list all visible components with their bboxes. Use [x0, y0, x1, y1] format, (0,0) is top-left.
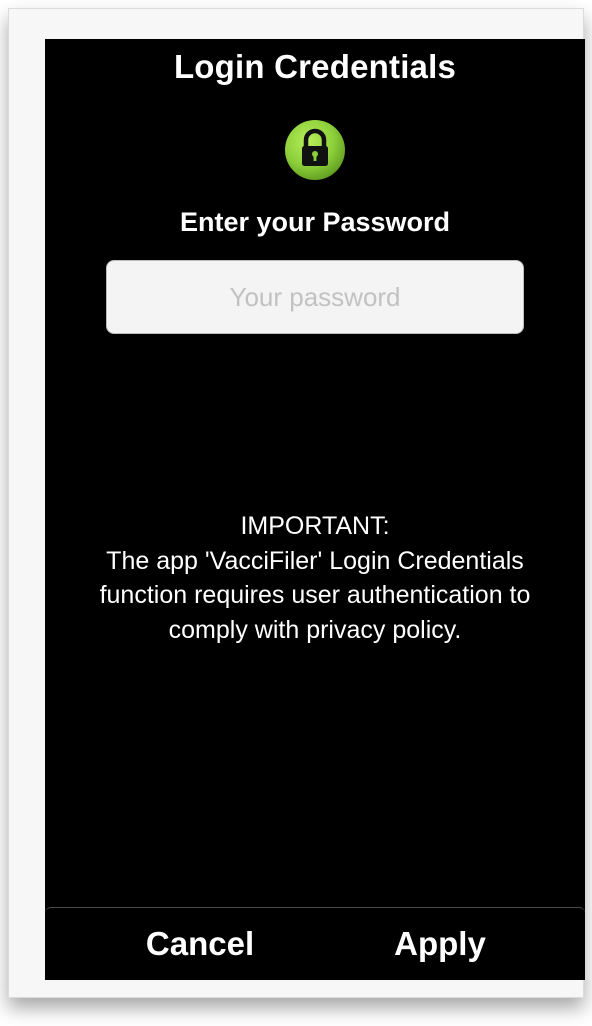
login-credentials-screen: Login Credentials Enter your Password IM…	[45, 39, 585, 980]
notice-line: comply with privacy policy.	[168, 615, 462, 644]
notice-line: IMPORTANT:	[240, 512, 390, 540]
notice-line: function requires user authentication to	[99, 581, 531, 609]
password-prompt: Enter your Password	[179, 207, 451, 237]
screenshot-frame: Login Credentials Enter your Password IM…	[8, 8, 585, 998]
notice-line: The app 'VacciFiler' Login Credentials	[106, 546, 524, 575]
privacy-notice: IMPORTANT: The app 'VacciFiler' Login Cr…	[45, 509, 585, 647]
apply-button[interactable]: Apply	[355, 918, 525, 970]
password-field[interactable]	[106, 260, 524, 334]
page-title: Login Credentials	[173, 48, 457, 85]
cancel-button[interactable]: Cancel	[115, 918, 285, 970]
lock-icon	[285, 120, 345, 180]
bottom-action-bar: Cancel Apply	[45, 907, 585, 980]
